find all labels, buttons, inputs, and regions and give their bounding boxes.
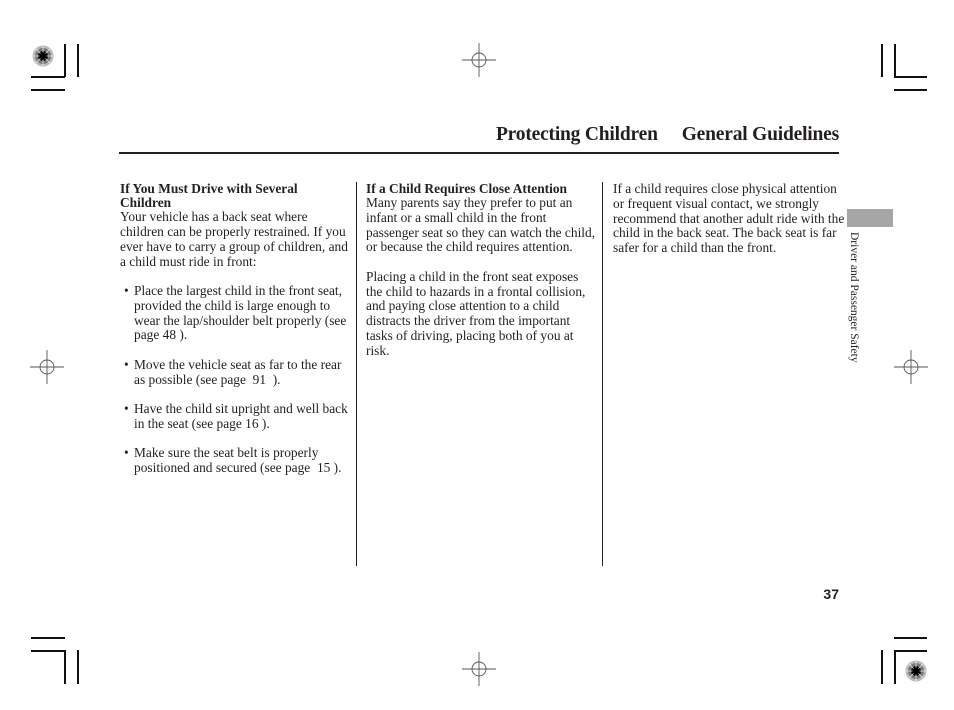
crosshair-icon (462, 43, 496, 77)
crosshair-icon (462, 652, 496, 686)
column-divider (602, 182, 604, 566)
bullet-icon: • (124, 356, 129, 372)
bullet-item: • Place the largest child in the front s… (120, 283, 352, 343)
header-rule (119, 152, 839, 154)
bullet-text: Place the largest child in the front sea… (134, 283, 347, 343)
subsection-title: General Guidelines (681, 124, 839, 145)
section-title: Protecting Children (495, 124, 658, 145)
bullet-item: • Have the child sit upright and well ba… (120, 401, 352, 432)
bullet-item: • Make sure the seat belt is properly po… (120, 446, 352, 476)
heading-close-attention: If a Child Requires Close Attention (366, 181, 567, 196)
column-several-children: If You Must Drive with Several Children … (120, 181, 352, 476)
intro-paragraph: Your vehicle has a back seat where child… (120, 209, 348, 269)
bullet-icon: • (124, 283, 129, 299)
crosshair-icon (30, 350, 64, 384)
bullet-icon: • (124, 445, 129, 461)
page-header: Protecting Children General Guidelines (470, 124, 839, 146)
paragraph: Many parents say they prefer to put an i… (366, 195, 596, 255)
page-number: 37 (823, 586, 839, 602)
paragraph: If a child requires close physical atten… (613, 181, 845, 255)
bullet-icon: • (124, 401, 129, 417)
heading-several-children: If You Must Drive with Several Children (120, 181, 298, 211)
registration-target-icon (905, 660, 927, 682)
paragraph: Placing a child in the front seat expose… (366, 268, 586, 358)
bullet-text: Move the vehicle seat as far to the rear… (134, 356, 345, 387)
crosshair-icon (894, 350, 928, 384)
section-tab (847, 209, 893, 227)
column-recommendation: If a child requires close physical atten… (613, 181, 845, 256)
registration-target-icon (32, 45, 54, 67)
column-divider (356, 182, 358, 566)
side-section-label: Driver and Passenger Safety (848, 232, 860, 363)
bullet-text: Have the child sit upright and well back… (134, 401, 348, 431)
bullet-text: Make sure the seat belt is properly posi… (134, 445, 342, 476)
bullet-item: • Move the vehicle seat as far to the re… (120, 356, 352, 388)
column-close-attention: If a Child Requires Close Attention Many… (366, 181, 598, 358)
